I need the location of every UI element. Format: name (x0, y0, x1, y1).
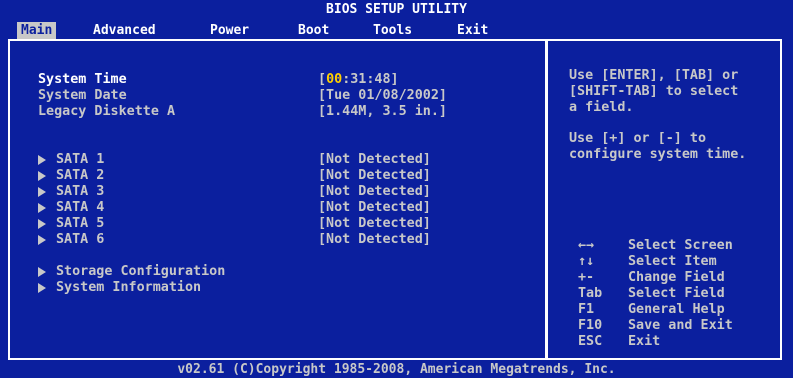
key-desc-general-help: General Help (628, 302, 725, 317)
key-desc-change-field: Change Field (628, 270, 725, 285)
help-line-1: Use [ENTER], [TAB] or (569, 68, 739, 83)
tab-exit[interactable]: Exit (453, 22, 492, 39)
sata-1-arrow-icon (38, 155, 46, 165)
sata-3-arrow-icon (38, 187, 46, 197)
sata-5-value: [Not Detected] (318, 216, 431, 231)
key-desc-exit: Exit (628, 334, 661, 349)
sata-6-arrow-icon (38, 235, 46, 245)
system-information-item[interactable]: System Information (56, 280, 201, 296)
key-up-down-icon: ↑↓ (578, 254, 595, 269)
sata-4-arrow-icon (38, 203, 46, 213)
system-time-value[interactable]: [00:31:48] (318, 72, 399, 88)
help-line-5: configure system time. (569, 147, 747, 162)
bios-title: BIOS SETUP UTILITY (326, 2, 467, 17)
tab-boot[interactable]: Boot (294, 22, 333, 39)
key-tab: Tab (578, 286, 603, 301)
system-date-value[interactable]: [Tue 01/08/2002] (318, 88, 447, 104)
system-time-label[interactable]: System Time (38, 72, 127, 88)
storage-configuration-item[interactable]: Storage Configuration (56, 264, 225, 280)
sysinfo-arrow-icon (38, 283, 46, 293)
key-left-right-icon: ←→ (578, 238, 595, 253)
menu-bar: Main Advanced Power Boot Tools Exit (0, 18, 793, 39)
key-desc-select-screen: Select Screen (628, 238, 733, 253)
copyright-footer: v02.61 (C)Copyright 1985-2008, American … (177, 362, 616, 377)
key-esc: ESC (578, 334, 603, 349)
legacy-diskette-label[interactable]: Legacy Diskette A (38, 104, 175, 120)
key-f10: F10 (578, 318, 603, 333)
key-desc-select-item: Select Item (628, 254, 717, 269)
key-desc-save-exit: Save and Exit (628, 318, 733, 333)
help-line-4: Use [+] or [-] to (569, 131, 707, 146)
panel-divider (545, 39, 548, 360)
sata-4-label[interactable]: SATA 4 (56, 200, 104, 216)
sata-4-value: [Not Detected] (318, 200, 431, 215)
legacy-diskette-value[interactable]: [1.44M, 3.5 in.] (318, 104, 447, 120)
tab-power[interactable]: Power (206, 22, 253, 39)
sata-6-label[interactable]: SATA 6 (56, 232, 104, 248)
tab-advanced[interactable]: Advanced (89, 22, 160, 39)
storage-arrow-icon (38, 267, 46, 277)
sata-2-arrow-icon (38, 171, 46, 181)
help-line-3: a field. (569, 100, 634, 115)
system-time-hour-field[interactable]: 00 (326, 72, 342, 87)
sata-3-label[interactable]: SATA 3 (56, 184, 104, 200)
key-plus-minus: +- (578, 270, 595, 285)
sata-3-value: [Not Detected] (318, 184, 431, 199)
tab-tools[interactable]: Tools (369, 22, 416, 39)
sata-1-value: [Not Detected] (318, 152, 431, 167)
sata-6-value: [Not Detected] (318, 232, 431, 247)
system-time-bracket: [ (318, 72, 327, 87)
sata-2-label[interactable]: SATA 2 (56, 168, 104, 184)
key-desc-select-field: Select Field (628, 286, 725, 301)
system-time-rest: :31:48] (342, 72, 399, 87)
sata-2-value: [Not Detected] (318, 168, 431, 183)
help-line-2: [SHIFT-TAB] to select (569, 84, 739, 99)
sata-1-label[interactable]: SATA 1 (56, 152, 104, 168)
sata-5-label[interactable]: SATA 5 (56, 216, 104, 232)
system-date-label[interactable]: System Date (38, 88, 127, 104)
sata-5-arrow-icon (38, 219, 46, 229)
tab-main[interactable]: Main (17, 22, 57, 39)
key-f1: F1 (578, 302, 595, 317)
